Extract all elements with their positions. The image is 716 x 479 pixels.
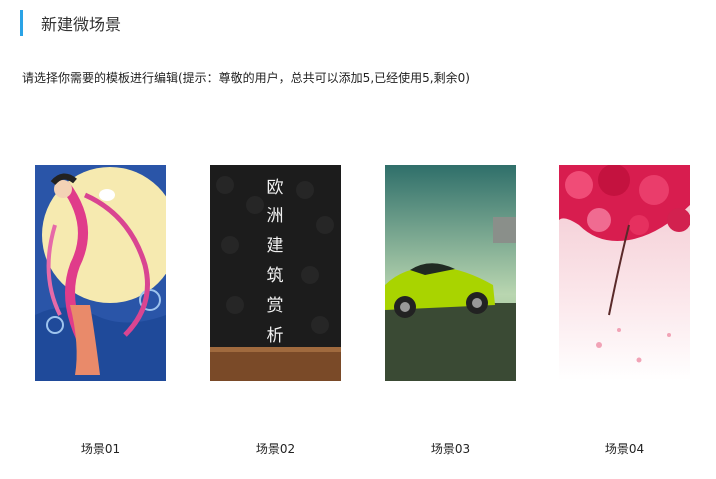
page-header: 新建微场景 bbox=[20, 10, 121, 36]
template-label-03: 场景03 bbox=[430, 442, 471, 456]
thumb-char-2: 洲 bbox=[267, 206, 284, 226]
thumb-char-4: 筑 bbox=[267, 266, 284, 286]
thumb-char-6: 析 bbox=[267, 326, 284, 346]
template-thumbnail-architecture: 欧 洲 建 筑 赏 析 bbox=[210, 165, 341, 381]
template-card-01[interactable] bbox=[35, 165, 166, 381]
template-thumbnail-blossoms bbox=[559, 165, 690, 381]
thumb-char-1: 欧 bbox=[267, 178, 284, 198]
template-label-04: 场景04 bbox=[604, 442, 645, 456]
template-card-04[interactable] bbox=[559, 165, 690, 381]
quota-hint: 请选择你需要的模板进行编辑(提示：尊敬的用户，总共可以添加5,已经使用5,剩余0… bbox=[22, 71, 470, 85]
thumb-char-3: 建 bbox=[267, 236, 284, 256]
template-thumbnail-sports-car bbox=[385, 165, 516, 381]
page-title: 新建微场景 bbox=[41, 15, 122, 34]
title-accent-bar bbox=[20, 10, 23, 36]
template-card-02[interactable]: 欧 洲 建 筑 赏 析 bbox=[210, 165, 341, 381]
template-label-01: 场景01 bbox=[80, 442, 121, 456]
template-card-03[interactable] bbox=[385, 165, 516, 381]
template-label-02: 场景02 bbox=[255, 442, 296, 456]
thumb-char-5: 赏 bbox=[267, 296, 284, 316]
template-thumbnail-moon-fairy bbox=[35, 165, 166, 381]
